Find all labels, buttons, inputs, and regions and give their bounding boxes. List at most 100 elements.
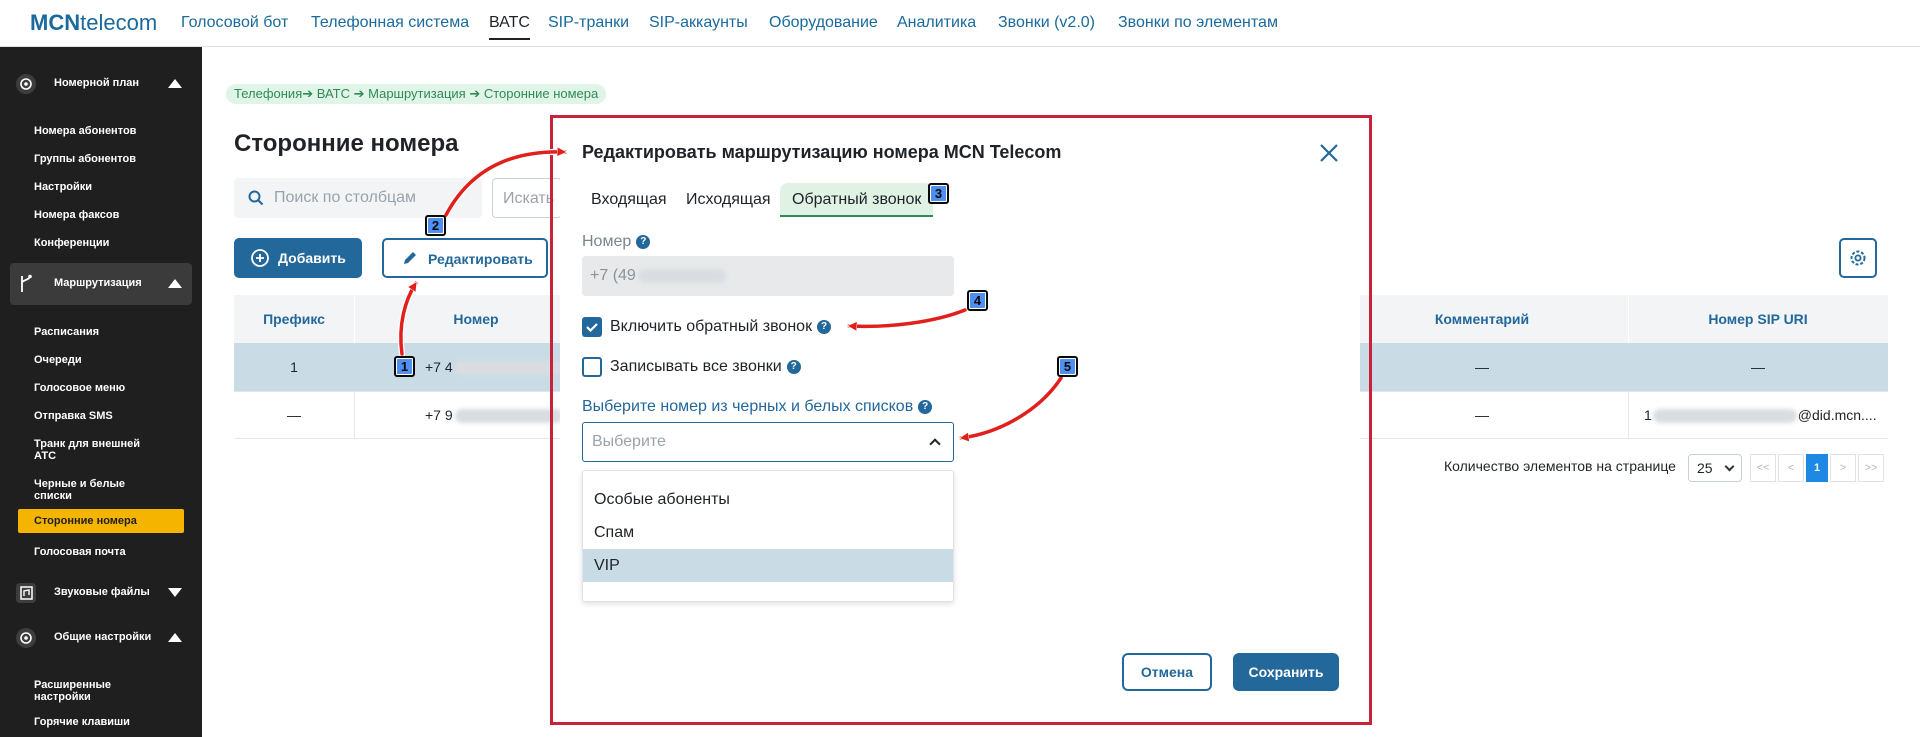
number-field-label: Номер? bbox=[582, 233, 651, 251]
sidebar-item-third-party-numbers[interactable]: Сторонние номера bbox=[18, 509, 184, 533]
edit-button[interactable]: Редактировать bbox=[382, 238, 548, 278]
sidebar-section-label: Звуковые файлы bbox=[54, 586, 150, 598]
nav-equipment[interactable]: Оборудование bbox=[769, 14, 878, 32]
callout-1: 1 bbox=[394, 356, 415, 377]
pager-last-button[interactable]: >> bbox=[1858, 454, 1884, 482]
search-placeholder: Поиск по столбцам bbox=[274, 189, 417, 206]
column-header-sip-uri[interactable]: Номер SIP URI bbox=[1628, 295, 1888, 343]
sidebar-section-sounds[interactable]: Звуковые файлы bbox=[10, 572, 192, 614]
callout-2: 2 bbox=[425, 215, 446, 236]
nav-sip-accounts[interactable]: SIP-аккаунты bbox=[649, 14, 748, 32]
sidebar-item-queues[interactable]: Очереди bbox=[18, 350, 184, 370]
routing-icon bbox=[21, 274, 32, 292]
column-divider bbox=[1628, 391, 1629, 438]
sidebar-item-black-white-lists[interactable]: Черные и белые списки bbox=[18, 474, 184, 506]
add-button[interactable]: Добавить bbox=[234, 238, 362, 278]
close-icon[interactable] bbox=[1318, 142, 1340, 164]
sidebar-section-general[interactable]: Общие настройки bbox=[10, 617, 192, 659]
save-button[interactable]: Сохранить bbox=[1233, 653, 1339, 691]
page-size-select[interactable]: 25 bbox=[1688, 454, 1742, 482]
search-input[interactable]: Поиск по столбцам bbox=[234, 178, 482, 218]
sidebar-item-conferences[interactable]: Конференции bbox=[18, 233, 184, 253]
pager-prev-button[interactable]: < bbox=[1778, 454, 1804, 482]
chevron-up-icon bbox=[168, 633, 182, 642]
cell-prefix: — bbox=[287, 407, 301, 423]
option-special-subscribers[interactable]: Особые абоненты bbox=[583, 483, 953, 516]
chevron-down-icon bbox=[168, 588, 182, 597]
nav-voice-bot[interactable]: Голосовой бот bbox=[181, 14, 288, 32]
sidebar-section-routing[interactable]: Маршрутизация bbox=[10, 263, 192, 305]
pager-first-button[interactable]: << bbox=[1750, 454, 1776, 482]
sidebar-item-settings[interactable]: Настройки bbox=[18, 177, 184, 197]
number-field: +7 (49 bbox=[582, 256, 954, 296]
sidebar-section-numbering[interactable]: Номерной план bbox=[10, 63, 192, 105]
pencil-icon bbox=[404, 252, 416, 264]
nav-calls-v2[interactable]: Звонки (v2.0) bbox=[998, 14, 1095, 32]
callback-checkbox[interactable] bbox=[582, 317, 602, 337]
breadcrumb-item[interactable]: Маршрутизация bbox=[368, 86, 466, 101]
breadcrumb-item[interactable]: Телефония bbox=[234, 86, 302, 101]
chevron-up-icon bbox=[929, 438, 941, 450]
nav-vats[interactable]: ВАТС bbox=[489, 14, 530, 40]
sidebar: Номерной план Номера абонентов Группы аб… bbox=[0, 47, 202, 737]
lists-dropdown: Особые абоненты Спам VIP bbox=[582, 470, 954, 602]
sidebar-item-advanced-settings[interactable]: Расширенные настройки bbox=[18, 675, 184, 707]
top-navigation: MCNtelecom Голосовой бот Телефонная сист… bbox=[0, 0, 1920, 47]
nav-calls-by-elements[interactable]: Звонки по элементам bbox=[1118, 14, 1278, 32]
option-spam[interactable]: Спам bbox=[583, 516, 953, 549]
option-vip[interactable]: VIP bbox=[583, 549, 953, 582]
help-icon[interactable]: ? bbox=[817, 320, 832, 334]
cancel-button[interactable]: Отмена bbox=[1122, 653, 1212, 691]
arrow-right-icon: ➔ bbox=[302, 86, 317, 101]
column-divider bbox=[354, 391, 355, 438]
column-header-comment[interactable]: Комментарий bbox=[1360, 295, 1604, 343]
sidebar-section-label: Маршрутизация bbox=[54, 277, 142, 289]
nav-phone-system[interactable]: Телефонная система bbox=[311, 14, 469, 32]
table-settings-button[interactable] bbox=[1839, 238, 1877, 278]
add-button-label: Добавить bbox=[278, 250, 346, 266]
edit-routing-modal: Редактировать маршрутизацию номера MCN T… bbox=[560, 125, 1360, 713]
record-all-checkbox[interactable] bbox=[582, 357, 602, 377]
sidebar-item-sms[interactable]: Отправка SMS bbox=[18, 406, 184, 426]
arrow-right-icon: ➔ bbox=[465, 86, 484, 101]
nav-sip-trunks[interactable]: SIP-транки bbox=[548, 14, 629, 32]
sidebar-item-schedules[interactable]: Расписания bbox=[18, 322, 184, 342]
lists-field-label: Выберите номер из черных и белых списков… bbox=[582, 398, 933, 416]
tab-callback[interactable]: Обратный звонок bbox=[780, 183, 934, 217]
pager-page-button[interactable]: 1 bbox=[1806, 454, 1828, 482]
page-title: Сторонние номера bbox=[234, 130, 459, 157]
sidebar-item-voice-menu[interactable]: Голосовое меню bbox=[18, 378, 184, 398]
callout-4: 4 bbox=[967, 290, 988, 311]
breadcrumb-item[interactable]: ВАТС bbox=[317, 86, 350, 101]
sidebar-section-label: Номерной план bbox=[54, 77, 140, 89]
sidebar-item-voicemail[interactable]: Голосовая почта bbox=[18, 542, 184, 562]
sidebar-item-external-trunk[interactable]: Транк для внешней АТС bbox=[18, 434, 184, 466]
sidebar-item-hotkeys[interactable]: Горячие клавиши bbox=[18, 712, 184, 732]
help-icon[interactable]: ? bbox=[786, 360, 801, 374]
plus-circle-icon bbox=[251, 249, 269, 267]
cell-comment: — bbox=[1475, 359, 1489, 375]
gear-icon bbox=[16, 74, 36, 94]
gear-icon bbox=[1850, 250, 1866, 266]
tab-incoming[interactable]: Входящая bbox=[591, 183, 667, 217]
chevron-up-icon bbox=[168, 279, 182, 288]
modal-title: Редактировать маршрутизацию номера MCN T… bbox=[582, 142, 1062, 162]
nav-analytics[interactable]: Аналитика bbox=[897, 14, 976, 32]
sidebar-item-subscriber-groups[interactable]: Группы абонентов bbox=[18, 149, 184, 169]
record-all-label: Записывать все звонки? bbox=[610, 358, 801, 376]
column-header-prefix[interactable]: Префикс bbox=[234, 295, 354, 343]
chevron-down-icon bbox=[1724, 461, 1735, 472]
sidebar-section-label: Общие настройки bbox=[54, 631, 152, 643]
help-icon[interactable]: ? bbox=[636, 235, 651, 249]
tab-outgoing[interactable]: Исходящая bbox=[686, 183, 771, 217]
sidebar-item-subscriber-numbers[interactable]: Номера абонентов bbox=[18, 121, 184, 141]
breadcrumb-item: Сторонние номера bbox=[483, 86, 599, 101]
edit-button-label: Редактировать bbox=[428, 251, 533, 267]
help-icon[interactable]: ? bbox=[918, 400, 933, 414]
pager-next-button[interactable]: > bbox=[1830, 454, 1856, 482]
sidebar-item-fax-numbers[interactable]: Номера факсов bbox=[18, 205, 184, 225]
cell-comment: — bbox=[1475, 407, 1489, 423]
gear-icon bbox=[16, 628, 36, 648]
lists-select[interactable]: Выберите bbox=[582, 422, 954, 462]
brand-logo[interactable]: MCNtelecom bbox=[30, 10, 157, 36]
